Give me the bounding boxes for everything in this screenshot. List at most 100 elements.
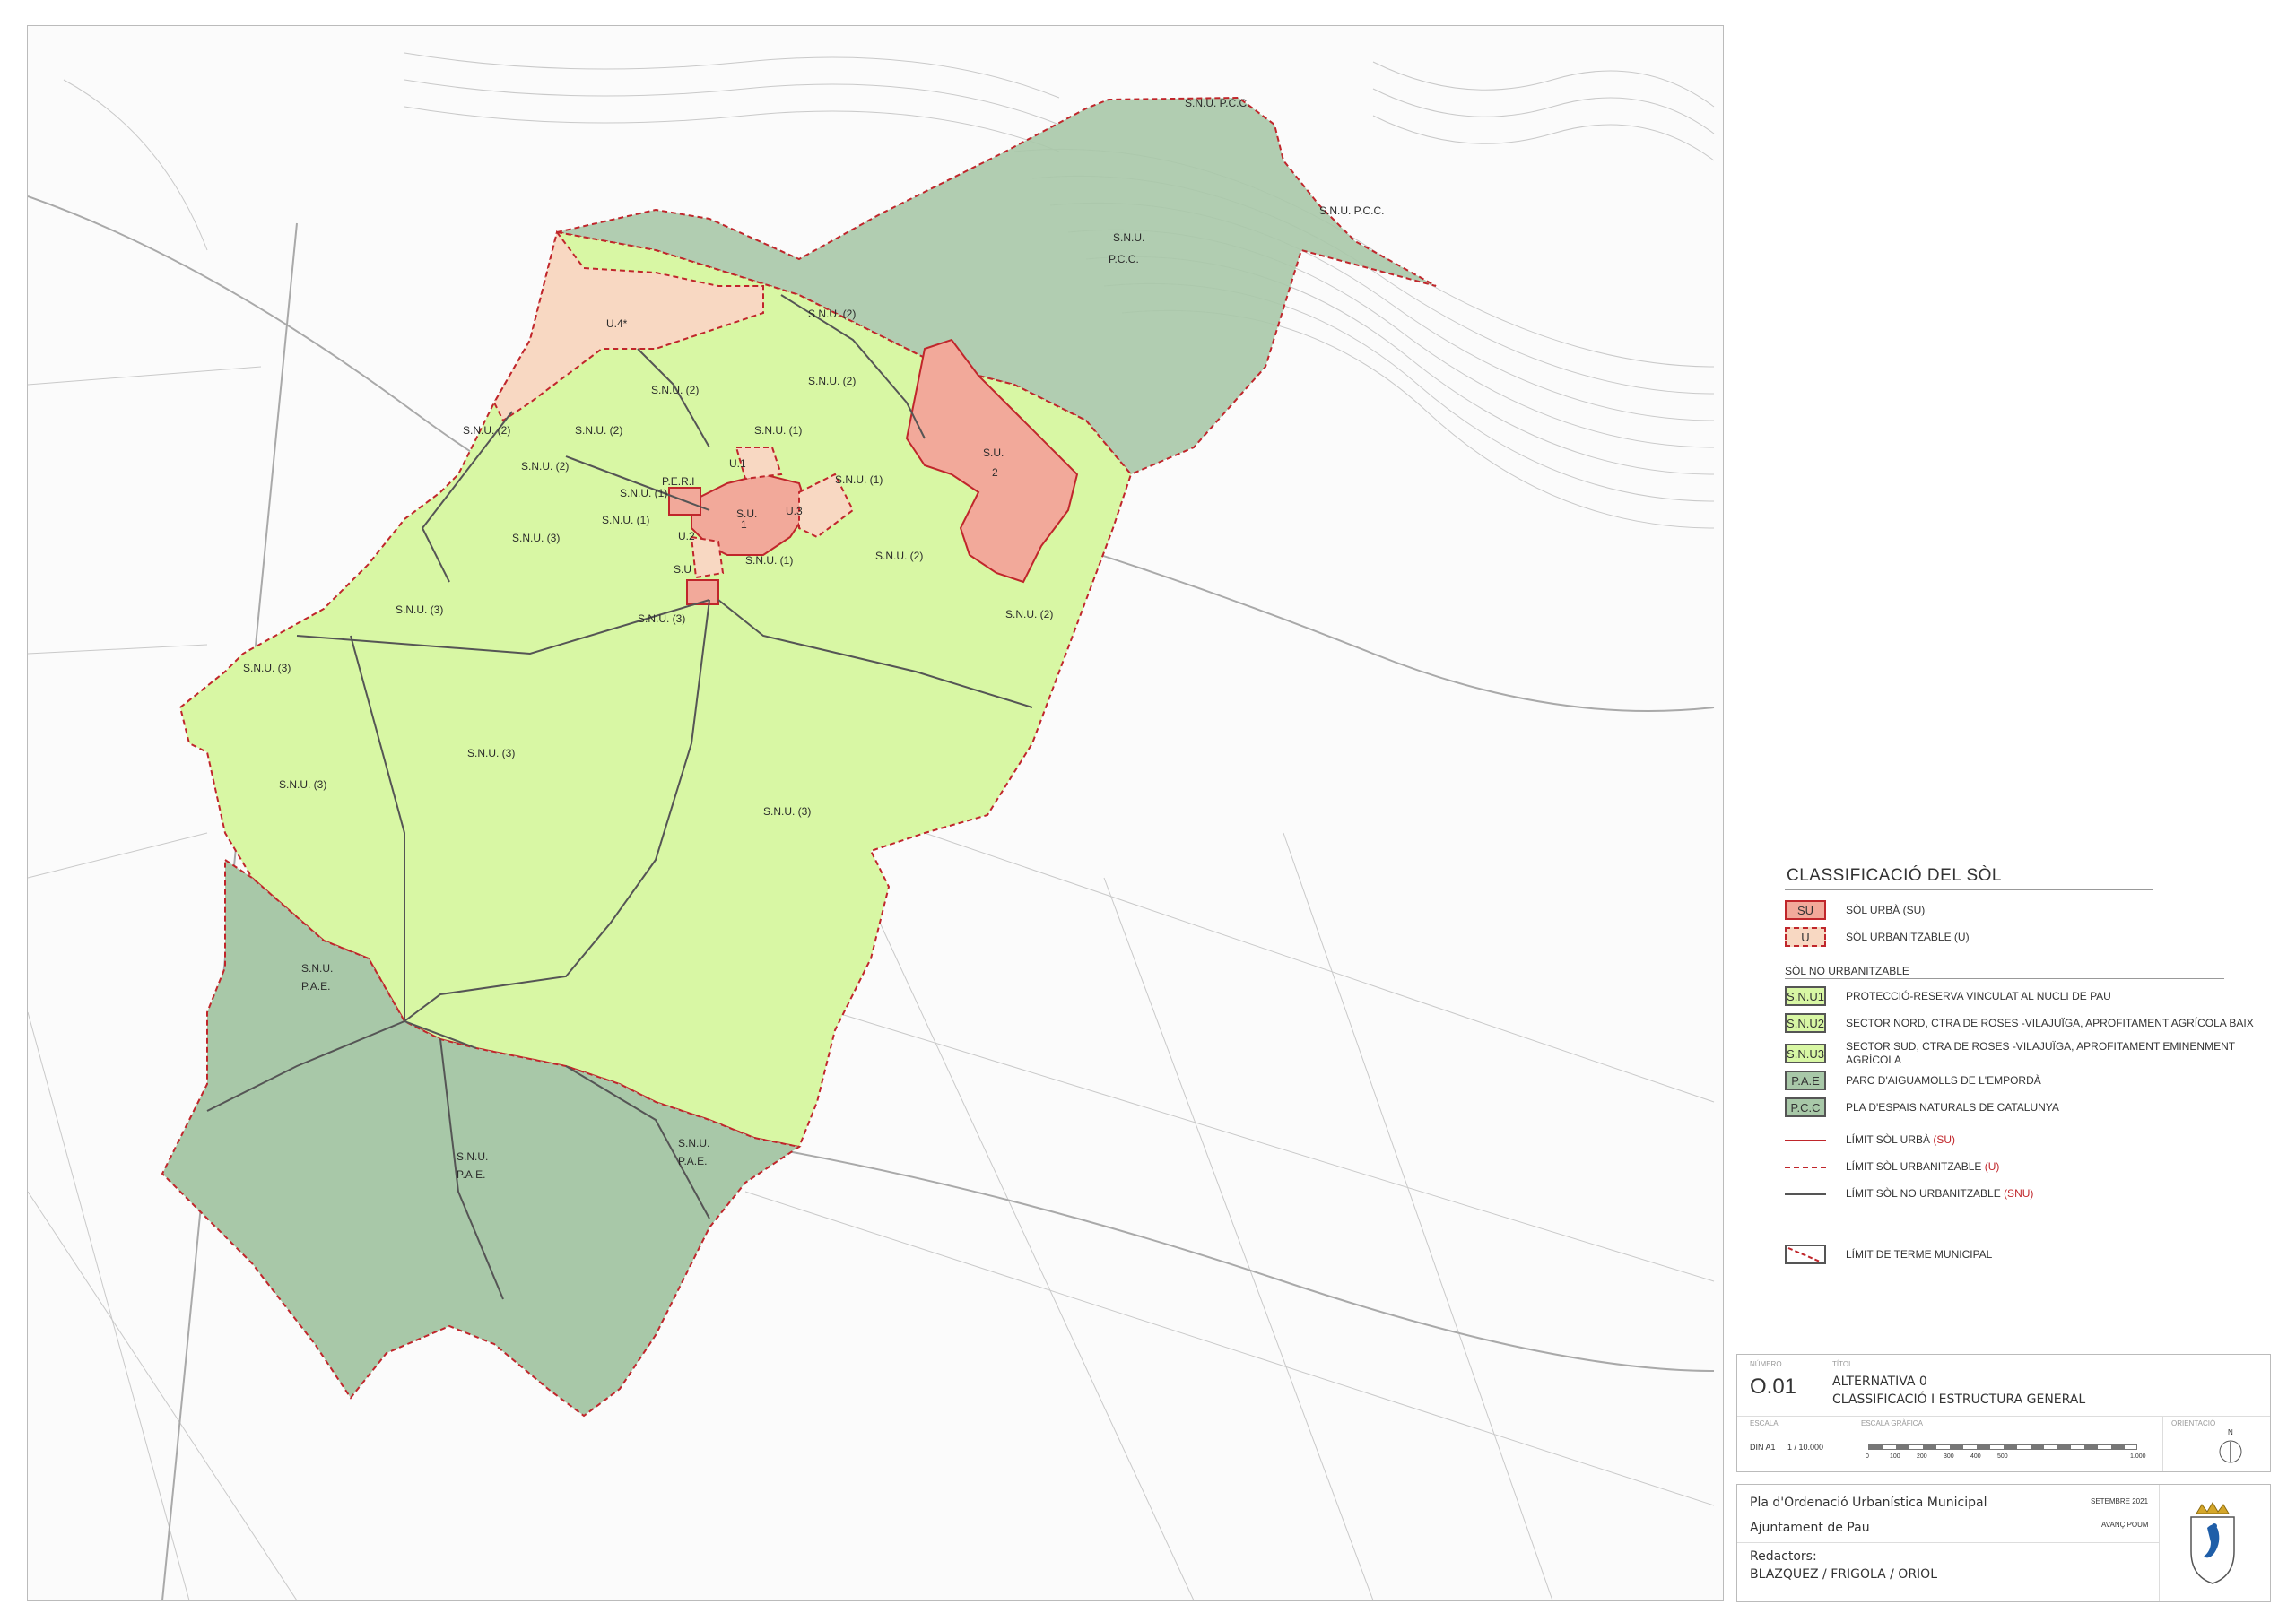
svg-text:S.N.U. (3): S.N.U. (3) (279, 778, 326, 791)
svg-text:P.C.C.: P.C.C. (1109, 253, 1139, 265)
u-swatch: U (1785, 927, 1826, 947)
svg-text:2: 2 (992, 466, 998, 479)
municipal-coat-of-arms-icon (2190, 1502, 2235, 1584)
legend-label: PARC D'AIGUAMOLLS DE L'EMPORDÀ (1846, 1073, 2041, 1087)
svg-text:S.N.U.: S.N.U. (678, 1137, 709, 1149)
legend-subhead-rule (1785, 978, 2224, 979)
scale-tick: 1.000 (2130, 1453, 2146, 1460)
svg-text:S.N.U. (2): S.N.U. (2) (575, 424, 622, 437)
svg-text:S.N.U. (3): S.N.U. (3) (243, 662, 291, 674)
svg-text:S.N.U. (2): S.N.U. (2) (808, 308, 856, 320)
legend-title: CLASSIFICACIÓ DEL SÒL (1787, 866, 2002, 885)
plan-name: Pla d'Ordenació Urbanística Municipal (1750, 1496, 1987, 1510)
svg-text:S.N.U.: S.N.U. (1113, 231, 1144, 244)
council-name: Ajuntament de Pau (1750, 1521, 1870, 1535)
snu3-swatch: S.N.U3 (1785, 1044, 1826, 1063)
svg-text:S.N.U. (3): S.N.U. (3) (396, 603, 443, 616)
title-block-main: NÚMERO O.01 TÍTOL ALTERNATIVA 0 CLASSIFI… (1736, 1354, 2271, 1472)
legend-item-limit-su: LÍMIT SÒL URBÀ (SU) (1785, 1133, 1955, 1147)
svg-text:S.N.U. (1): S.N.U. (1) (620, 487, 667, 499)
svg-text:S.N.U.: S.N.U. (457, 1150, 488, 1163)
title-block-divider (1737, 1416, 2270, 1417)
svg-text:P.A.E.: P.A.E. (678, 1155, 707, 1167)
title-block-footer: Pla d'Ordenació Urbanística Municipal Aj… (1736, 1484, 2271, 1602)
legend-label: LÍMIT DE TERME MUNICIPAL (1846, 1247, 1993, 1261)
legend-label: PLA D'ESPAIS NATURALS DE CATALUNYA (1846, 1100, 2059, 1114)
municipal-limit-icon (1787, 1247, 1824, 1262)
svg-text:S.N.U. P.C.C.: S.N.U. P.C.C. (1185, 97, 1249, 109)
north-letter: N (2228, 1428, 2233, 1436)
pcc-swatch: P.C.C (1785, 1097, 1826, 1117)
sheet-number: O.01 (1750, 1375, 1797, 1399)
legend-item-snu2: S.N.U2 SECTOR NORD, CTRA DE ROSES -VILAJ… (1785, 1013, 2254, 1033)
su-swatch: SU (1785, 900, 1826, 920)
snu1-swatch: S.N.U1 (1785, 986, 1826, 1006)
legend-item-snu1: S.N.U1 PROTECCIÓ-RESERVA VINCULAT AL NUC… (1785, 986, 2111, 1006)
scale-tick: 400 (1970, 1453, 1981, 1460)
pae-swatch: P.A.E (1785, 1071, 1826, 1090)
zone-u2[interactable] (690, 535, 725, 579)
map-canvas[interactable]: S.N.U. P.C.C. S.N.U. P.C.C. S.N.U. P.C.C… (27, 25, 1724, 1601)
legend-label: LÍMIT SÒL URBÀ (SU) (1846, 1133, 1956, 1146)
authors: BLAZQUEZ / FRIGOLA / ORIOL (1750, 1567, 1938, 1582)
svg-text:S.N.U. (2): S.N.U. (2) (521, 460, 569, 473)
footer-divider (1737, 1542, 2159, 1543)
legend-label: SÒL URBÀ (SU) (1846, 903, 1926, 916)
svg-text:S.N.U. (3): S.N.U. (3) (512, 532, 560, 544)
authors-caption: Redactors: (1750, 1549, 1817, 1564)
orientacio-caption: ORIENTACIÓ (2171, 1419, 2216, 1427)
svg-text:U.2: U.2 (678, 530, 695, 542)
limit-su-line (1785, 1139, 1826, 1141)
svg-text:S.N.U. P.C.C.: S.N.U. P.C.C. (1319, 204, 1384, 217)
legend: CLASSIFICACIÓ DEL SÒL SU SÒL URBÀ (SU) U… (1785, 863, 2269, 1311)
phase: AVANÇ POUM (2101, 1521, 2149, 1529)
svg-text:S.N.U. (2): S.N.U. (2) (875, 550, 923, 562)
scale-tick: 300 (1944, 1453, 1954, 1460)
scale-tick: 500 (1997, 1453, 2008, 1460)
title-line-1: ALTERNATIVA 0 (1832, 1375, 1927, 1389)
land-classification-map: S.N.U. P.C.C. S.N.U. P.C.C. S.N.U. P.C.C… (28, 52, 1715, 1600)
svg-text:S.N.U. (1): S.N.U. (1) (754, 424, 802, 437)
legend-item-su: SU SÒL URBÀ (SU) (1785, 900, 1925, 920)
legend-label: SECTOR SUD, CTRA DE ROSES -VILAJUÏGA, AP… (1846, 1040, 2235, 1066)
legend-item-u: U SÒL URBANITZABLE (U) (1785, 927, 1970, 947)
svg-text:S.N.U. (3): S.N.U. (3) (763, 805, 811, 818)
svg-text:S.N.U. (1): S.N.U. (1) (835, 473, 883, 486)
svg-text:S.N.U. (2): S.N.U. (2) (1005, 608, 1053, 620)
municipal-limit-swatch (1785, 1245, 1826, 1264)
legend-title-rule (1785, 889, 2152, 890)
escala-grafica-caption: ESCALA GRÀFICA (1861, 1419, 1923, 1427)
legend-item-snu3: S.N.U3 SECTOR SUD, CTRA DE ROSES -VILAJU… (1785, 1040, 2269, 1067)
legend-label: LÍMIT SÒL URBANITZABLE (U) (1846, 1160, 2000, 1173)
orientation-divider (2162, 1416, 2163, 1471)
legend-label: PROTECCIÓ-RESERVA VINCULAT AL NUCLI DE P… (1846, 989, 2111, 1002)
legend-subhead: SÒL NO URBANITZABLE (1785, 965, 1909, 977)
title-line-2: CLASSIFICACIÓ I ESTRUCTURA GENERAL (1832, 1392, 2086, 1407)
graphic-scale-bar (1868, 1444, 2137, 1450)
limit-u-line (1785, 1166, 1826, 1168)
scale-tick: 0 (1866, 1453, 1869, 1460)
scale-tick: 200 (1917, 1453, 1927, 1460)
svg-text:1: 1 (741, 518, 747, 531)
svg-text:S.N.U. (2): S.N.U. (2) (808, 375, 856, 387)
svg-text:S.N.U.: S.N.U. (301, 962, 333, 975)
svg-text:U.1: U.1 (729, 457, 746, 470)
escala-caption: ESCALA (1750, 1419, 1779, 1427)
svg-text:U.4*: U.4* (606, 317, 628, 330)
svg-text:S.N.U. (2): S.N.U. (2) (651, 384, 699, 396)
limit-snu-line (1785, 1193, 1826, 1195)
svg-text:S.N.U. (3): S.N.U. (3) (467, 747, 515, 759)
numero-caption: NÚMERO (1750, 1360, 1782, 1368)
svg-text:P.A.E.: P.A.E. (457, 1168, 485, 1181)
zone-su-small[interactable] (686, 579, 719, 605)
scale-tick: 100 (1890, 1453, 1900, 1460)
svg-text:S.N.U. (1): S.N.U. (1) (602, 514, 649, 526)
legend-item-municipal: LÍMIT DE TERME MUNICIPAL (1785, 1245, 1992, 1264)
legend-label: SECTOR NORD, CTRA DE ROSES -VILAJUÏGA, A… (1846, 1016, 2254, 1029)
svg-text:S.U: S.U (674, 563, 691, 576)
svg-text:P.A.E.: P.A.E. (301, 980, 330, 993)
legend-item-limit-snu: LÍMIT SÒL NO URBANITZABLE (SNU) (1785, 1187, 2033, 1201)
titol-caption: TÍTOL (1832, 1360, 1853, 1368)
date: SETEMBRE 2021 (2091, 1497, 2149, 1505)
legend-item-pae: P.A.E PARC D'AIGUAMOLLS DE L'EMPORDÀ (1785, 1071, 2041, 1090)
